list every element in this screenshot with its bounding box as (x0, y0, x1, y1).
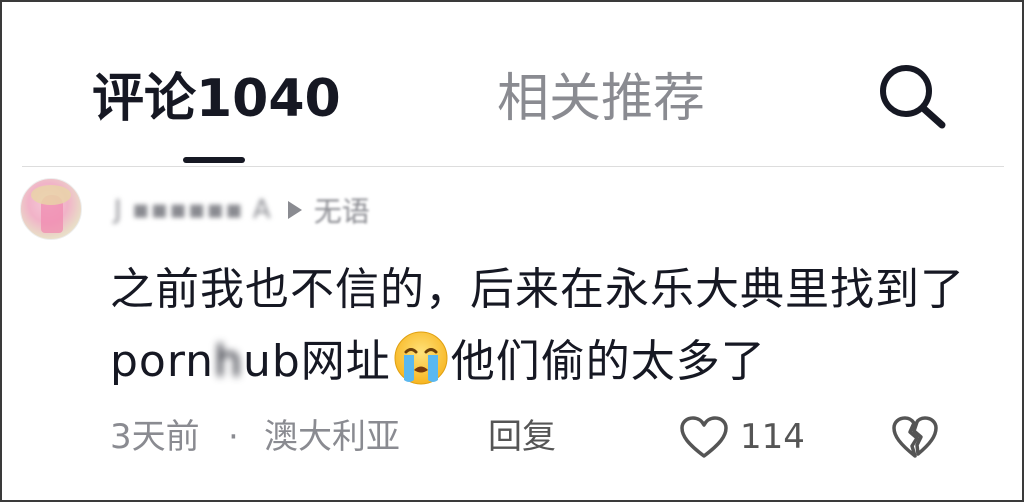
blurred-character: h (214, 336, 243, 387)
like-count: 114 (740, 417, 805, 457)
reply-button[interactable]: 回复 (488, 412, 556, 462)
tab-related[interactable]: 相关推荐 (497, 64, 705, 134)
comment-text-part2: ub网址 (242, 336, 391, 387)
active-tab-indicator (183, 157, 245, 163)
avatar[interactable] (20, 178, 82, 240)
heart-outline-icon[interactable] (678, 414, 730, 460)
tab-bar: 评论1040 相关推荐 (2, 2, 1022, 168)
comment-text: 之前我也不信的，后来在永乐大典里找到了pornhub网址 他们偷的太多了 (110, 254, 970, 398)
tab-divider (22, 166, 1004, 167)
comment-panel: 评论1040 相关推荐 J ▪▪▪▪▪▪ A 无语 之前我也不信的，后来在永乐大… (0, 0, 1024, 502)
reply-target-label: 无语 (313, 195, 370, 228)
comment-item: J ▪▪▪▪▪▪ A 无语 之前我也不信的，后来在永乐大典里找到了pornhub… (2, 168, 1022, 498)
crying-face-emoji (394, 331, 448, 385)
comment-text-part3: 他们偷的太多了 (450, 336, 766, 387)
comment-meta: 3天前 · 澳大利亚 回复 114 (110, 412, 990, 462)
play-triangle-icon (287, 201, 302, 219)
timestamp: 3天前 (110, 417, 200, 457)
tab-comments[interactable]: 评论1040 (92, 64, 341, 134)
username[interactable]: J ▪▪▪▪▪▪ A (114, 195, 272, 225)
broken-heart-icon[interactable] (890, 414, 940, 460)
meta-separator: · (228, 417, 239, 457)
comment-header: J ▪▪▪▪▪▪ A 无语 (114, 190, 534, 230)
location: 澳大利亚 (264, 417, 400, 457)
search-icon[interactable] (874, 62, 950, 130)
